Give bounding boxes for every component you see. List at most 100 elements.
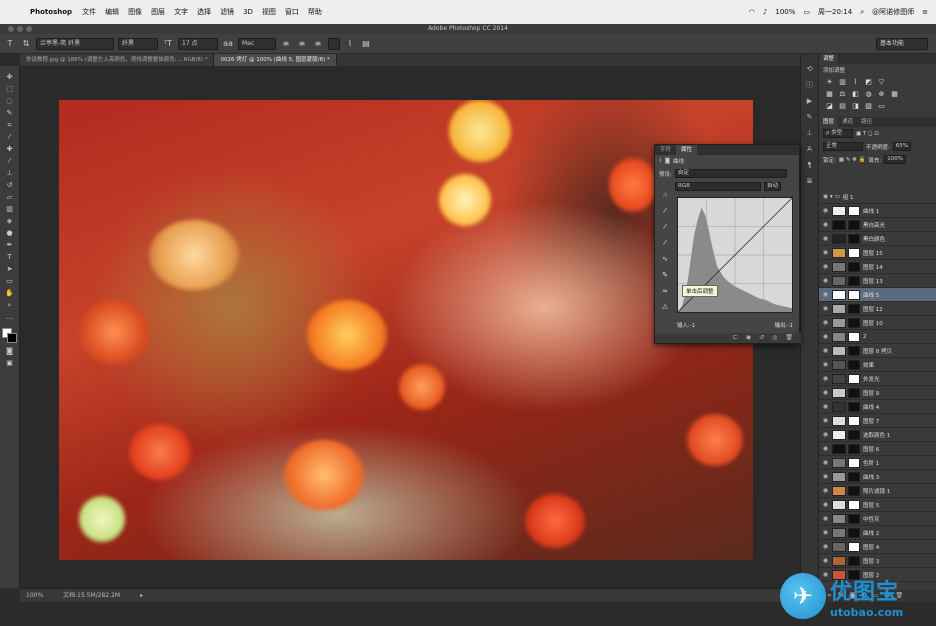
eye-icon[interactable]: ◉ — [821, 221, 830, 228]
menubar-clock[interactable]: 周一20:14 — [818, 7, 852, 17]
layer-mask-thumbnail[interactable] — [848, 555, 860, 566]
layer-mask-thumbnail[interactable] — [848, 219, 860, 230]
layer-thumbnail[interactable] — [832, 233, 846, 244]
eye-icon[interactable]: ◉ — [821, 207, 830, 214]
pencil-curve-icon[interactable]: ✎ — [662, 271, 668, 279]
layer-mask-thumbnail[interactable] — [848, 401, 860, 412]
delete-adjustment-icon[interactable]: 🗑 — [785, 333, 793, 343]
white-point-eyedropper-icon[interactable]: ⁄ — [664, 239, 665, 247]
layer-thumbnail[interactable] — [832, 219, 846, 230]
menu-layer[interactable]: 图层 — [151, 7, 165, 17]
input-value[interactable]: -1 — [690, 323, 695, 329]
align-left-icon[interactable]: ≡ — [280, 38, 292, 50]
channel-mixer-icon[interactable]: ⊕ — [877, 90, 886, 99]
background-color[interactable] — [6, 333, 17, 343]
layer-mask-thumbnail[interactable] — [848, 457, 860, 468]
layer-thumbnail[interactable] — [832, 317, 846, 328]
tab-adjustments[interactable]: 调整 — [819, 54, 839, 64]
layers-list[interactable]: ◉ ▾ ▭ 组 1 ◉ 曲线 1 ◉ 黑白高光 ◉ 黑白颜色 ◉ 图层 15 ◉ 图层 14 ◉ 图层… — [819, 190, 936, 590]
layer-row[interactable]: ◉ 曲线 5 — [819, 288, 936, 302]
levels-icon[interactable]: ▥ — [838, 78, 847, 87]
menu-type[interactable]: 文字 — [174, 7, 188, 17]
layer-row[interactable]: ◉ 中性灰 — [819, 512, 936, 526]
layer-mask-thumbnail[interactable] — [848, 387, 860, 398]
layer-thumbnail[interactable] — [832, 289, 846, 300]
layer-thumbnail[interactable] — [832, 387, 846, 398]
actions-panel-icon[interactable]: ▶ — [804, 96, 816, 106]
zoom-window-button[interactable] — [26, 26, 32, 32]
eye-icon[interactable]: ◉ — [821, 277, 830, 284]
menu-filter[interactable]: 滤镜 — [220, 7, 234, 17]
layer-thumbnail[interactable] — [832, 541, 846, 552]
tab-character[interactable]: 字符 — [655, 145, 676, 155]
text-orientation-icon[interactable]: ⇅ — [20, 38, 32, 50]
tab-properties[interactable]: 属性 — [676, 145, 698, 155]
properties-panel-icon[interactable]: ≣ — [804, 176, 816, 186]
menu-edit[interactable]: 编辑 — [105, 7, 119, 17]
layer-thumbnail[interactable] — [832, 485, 846, 496]
more-tools-icon[interactable]: … — [3, 312, 17, 322]
menu-file[interactable]: 文件 — [82, 7, 96, 17]
layer-row[interactable]: ◉ 图层 8 拷贝 — [819, 344, 936, 358]
menubar-user[interactable]: @阿诺修图师 — [872, 7, 914, 17]
fill-input[interactable]: 100% — [884, 155, 906, 164]
layer-row[interactable]: ◉ 图层 10 — [819, 316, 936, 330]
layer-mask-thumbnail[interactable] — [848, 331, 860, 342]
layer-thumbnail[interactable] — [832, 415, 846, 426]
clip-to-layer-icon[interactable]: ⊏ — [733, 333, 738, 343]
layer-thumbnail[interactable] — [832, 359, 846, 370]
reset-icon[interactable]: ↺ — [759, 333, 764, 343]
text-color-swatch[interactable] — [328, 37, 340, 50]
clone-stamp-tool-icon[interactable]: ⊥ — [3, 168, 17, 178]
layer-thumbnail[interactable] — [832, 555, 846, 566]
visibility-icon[interactable]: ◎ — [772, 333, 777, 343]
gradient-tool-icon[interactable]: ▥ — [3, 204, 17, 214]
marquee-tool-icon[interactable]: ⬚ — [3, 84, 17, 94]
zoom-level[interactable]: 100% — [26, 589, 43, 602]
layer-row[interactable]: ◉ 曲线 2 — [819, 526, 936, 540]
layer-mask-thumbnail[interactable] — [848, 429, 860, 440]
gradient-map-icon[interactable]: ▭ — [877, 102, 886, 111]
eye-icon[interactable]: ◉ — [821, 515, 830, 522]
layer-thumbnail[interactable] — [832, 261, 846, 272]
layer-thumbnail[interactable] — [832, 303, 846, 314]
tab-layers[interactable]: 图层 — [819, 117, 839, 127]
layer-row[interactable]: ◉ 2 — [819, 330, 936, 344]
layer-row[interactable]: ◉ 图层 4 — [819, 540, 936, 554]
black-white-icon[interactable]: ◧ — [851, 90, 860, 99]
eraser-tool-icon[interactable]: ▱ — [3, 192, 17, 202]
eye-icon[interactable]: ◉ — [821, 459, 830, 466]
eye-icon[interactable]: ◉ — [821, 417, 830, 424]
eye-icon[interactable]: ◉ — [821, 501, 830, 508]
eye-icon[interactable]: ◉ — [821, 445, 830, 452]
type-tool-icon[interactable]: T — [4, 38, 16, 50]
quick-select-tool-icon[interactable]: ✎ — [3, 108, 17, 118]
font-size-select[interactable]: 17 点 — [178, 37, 218, 50]
layer-mask-thumbnail[interactable] — [848, 205, 860, 216]
layer-row[interactable]: ◉ 色阶 1 — [819, 456, 936, 470]
channel-select[interactable]: RGB — [675, 182, 761, 191]
eye-icon[interactable]: ◉ — [821, 543, 830, 550]
eye-icon[interactable]: ◉ — [821, 249, 830, 256]
eye-icon[interactable]: ◉ — [821, 305, 830, 312]
layer-row[interactable]: ◉ 照片滤镜 1 — [819, 484, 936, 498]
mask-toggle-icon[interactable]: ◙ — [665, 158, 670, 164]
eye-icon[interactable]: ◉ — [821, 375, 830, 382]
eye-icon[interactable]: ◉ — [821, 263, 830, 270]
layer-thumbnail[interactable] — [832, 499, 846, 510]
history-panel-icon[interactable]: ⟲ — [804, 64, 816, 74]
blur-tool-icon[interactable]: ◈ — [3, 216, 17, 226]
healing-tool-icon[interactable]: ✚ — [3, 144, 17, 154]
color-balance-icon[interactable]: ⚖ — [838, 90, 847, 99]
menu-image[interactable]: 图像 — [128, 7, 142, 17]
layer-mask-thumbnail[interactable] — [848, 527, 860, 538]
shape-tool-icon[interactable]: ▭ — [3, 276, 17, 286]
layer-row[interactable]: ◉ 图层 15 — [819, 246, 936, 260]
menu-3d[interactable]: 3D — [243, 8, 253, 16]
eye-icon[interactable]: ◉ — [821, 557, 830, 564]
layer-thumbnail[interactable] — [832, 471, 846, 482]
dodge-tool-icon[interactable]: ● — [3, 228, 17, 238]
threshold-icon[interactable]: ◨ — [851, 102, 860, 111]
app-menu[interactable]: Photoshop — [30, 8, 72, 16]
layer-kind-filter[interactable]: ρ 类型 — [823, 129, 853, 138]
